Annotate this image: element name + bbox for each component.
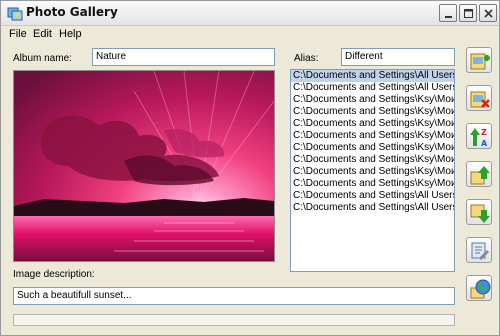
alias-label: Alias: — [294, 53, 319, 64]
list-item[interactable]: C:\Documents and Settings\All Users.WIND… — [291, 202, 454, 214]
image-description-label: Image description: — [13, 269, 95, 280]
list-item[interactable]: C:\Documents and Settings\Ksy\Мои докуме… — [291, 154, 454, 166]
album-name-label: Album name: — [13, 53, 72, 64]
status-bar — [13, 314, 455, 326]
menu-help[interactable]: Help — [59, 28, 82, 40]
add-image-button[interactable] — [466, 47, 492, 73]
web-button[interactable] — [466, 275, 492, 301]
menu-bar: File Edit Help — [1, 26, 499, 44]
list-item[interactable]: C:\Documents and Settings\Ksy\Мои докуме… — [291, 94, 454, 106]
window-title: Photo Gallery — [26, 5, 118, 19]
list-item[interactable]: C:\Documents and Settings\Ksy\Мои докуме… — [291, 166, 454, 178]
move-up-button[interactable] — [466, 161, 492, 187]
remove-image-button[interactable] — [466, 85, 492, 111]
list-item[interactable]: C:\Documents and Settings\Ksy\Мои докуме… — [291, 130, 454, 142]
list-item[interactable]: C:\Documents and Settings\Ksy\Мои докуме… — [291, 178, 454, 190]
file-list[interactable]: C:\Documents and Settings\All Users.WIND… — [290, 69, 455, 272]
menu-file[interactable]: File — [9, 28, 27, 40]
globe-icon — [470, 279, 491, 299]
image-preview — [13, 70, 275, 262]
list-item[interactable]: C:\Documents and Settings\Ksy\Мои докуме… — [291, 118, 454, 130]
title-bar[interactable]: Photo Gallery — [1, 1, 499, 26]
settings-button[interactable] — [466, 237, 492, 263]
list-item[interactable]: C:\Documents and Settings\All Users.WIND… — [291, 70, 454, 82]
list-item[interactable]: C:\Documents and Settings\Ksy\Мои докуме… — [291, 142, 454, 154]
sort-az-icon: Z A — [470, 128, 488, 148]
image-description-input[interactable]: Such a beautifull sunset... — [13, 287, 455, 305]
list-item[interactable]: C:\Documents and Settings\All Users.WIND… — [291, 190, 454, 202]
maximize-icon — [464, 9, 473, 18]
close-button[interactable] — [479, 4, 497, 22]
move-down-icon — [470, 204, 490, 223]
app-icon — [7, 5, 23, 21]
close-icon — [484, 9, 493, 18]
move-up-icon — [470, 166, 490, 185]
move-down-button[interactable] — [466, 199, 492, 225]
list-item[interactable]: C:\Documents and Settings\Ksy\Мои докуме… — [291, 106, 454, 118]
menu-edit[interactable]: Edit — [33, 28, 52, 40]
remove-image-icon — [470, 91, 490, 108]
add-image-icon — [470, 53, 490, 70]
minimize-button[interactable] — [439, 4, 457, 22]
svg-text:A: A — [481, 139, 488, 148]
svg-text:Z: Z — [481, 128, 487, 137]
list-item[interactable]: C:\Documents and Settings\All Users.WIND… — [291, 82, 454, 94]
settings-icon — [471, 242, 489, 260]
photo-gallery-window: Photo Gallery File Edit Help Album name:… — [0, 0, 500, 336]
minimize-icon — [445, 16, 452, 18]
alias-input[interactable]: Different — [341, 48, 455, 66]
sunset-photo — [14, 70, 275, 261]
album-name-input[interactable]: Nature — [92, 48, 275, 66]
maximize-button[interactable] — [459, 4, 477, 22]
sort-button[interactable]: Z A — [466, 123, 492, 149]
